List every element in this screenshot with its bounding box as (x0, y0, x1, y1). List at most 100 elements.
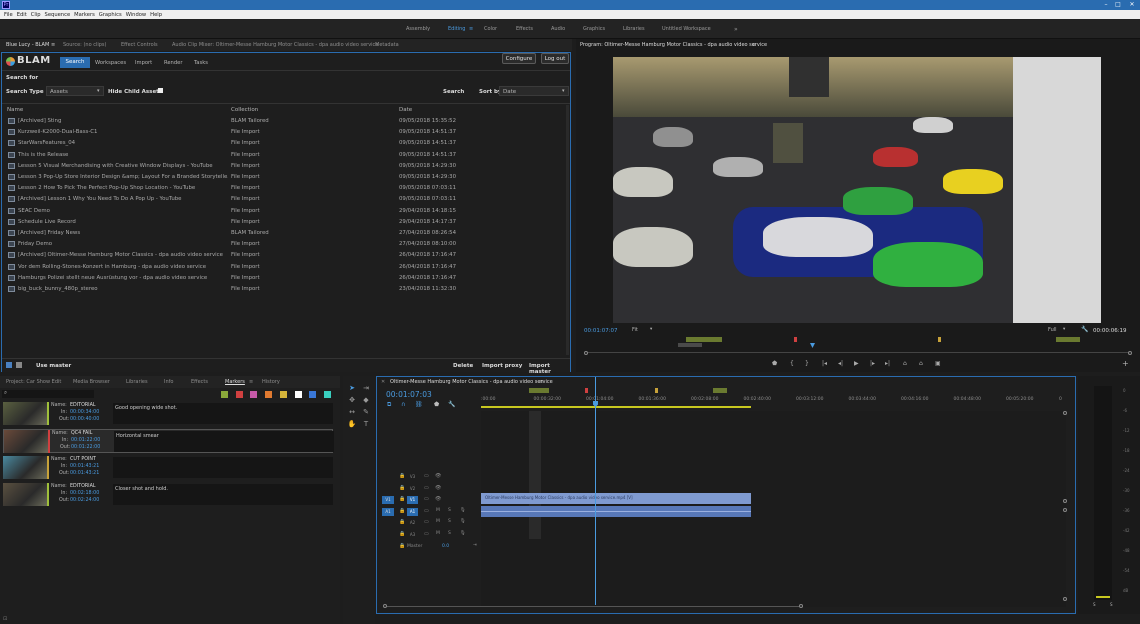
scroll-handle-right[interactable] (1128, 351, 1132, 355)
mute-icon[interactable]: M (436, 531, 440, 536)
panel-menu-icon[interactable]: ≡ (51, 42, 55, 48)
use-master-label[interactable]: Use master (36, 363, 71, 369)
marker-out[interactable]: 00:02:24:00 (70, 498, 99, 503)
scroll-handle[interactable] (1063, 499, 1067, 503)
track-target[interactable]: V1 (407, 496, 418, 504)
marker-color-filter[interactable] (221, 391, 228, 398)
search-input[interactable] (42, 73, 568, 83)
eye-icon[interactable]: 👁 (435, 473, 441, 479)
marker-item[interactable]: Name: EDITORIAL In: 00:02:18:00 Out: 00:02:24… (3, 483, 333, 507)
workspace-menu-icon[interactable]: ≡ (469, 26, 473, 32)
marker-comment[interactable]: Horizontal smear (114, 431, 334, 452)
marker-name[interactable]: QC4 FAIL (71, 431, 92, 436)
asset-row[interactable]: Lesson 2 How To Pick The Perfect Pop-Up … (7, 183, 567, 194)
asset-row[interactable]: [Archived] Lesson 1 Why You Need To Do A… (7, 194, 567, 205)
asset-row[interactable]: Kurzweil-K2000-Dual-Bass-C1 File Import 09… (7, 127, 567, 138)
marker-item[interactable]: Name: EDITORIAL In: 00:00:34:00 Out: 00:00:40… (3, 402, 333, 426)
sync-lock-icon[interactable]: ▭ (424, 485, 429, 491)
hide-child-checkbox[interactable] (158, 88, 163, 93)
eye-icon[interactable]: 👁 (435, 485, 441, 491)
step-forward-icon[interactable]: |▸ (870, 360, 875, 367)
scroll-handle-right[interactable] (799, 604, 803, 608)
asset-row[interactable]: [Archived] Friday News BLAM Tailored 27/04… (7, 228, 567, 239)
blam-tab-import[interactable]: Import (135, 60, 152, 66)
marker-comment[interactable]: Closer shot and hold. (113, 484, 333, 505)
mute-icon[interactable]: M (436, 508, 440, 513)
logout-button[interactable]: Log out (541, 53, 569, 64)
track-header[interactable]: 🔒 V3 ▭ 👁 (377, 472, 481, 483)
marker-in[interactable]: 00:01:43:21 (70, 464, 99, 469)
timeline-vertical-scrollbar[interactable] (1063, 411, 1069, 611)
wrench-icon[interactable]: 🔧 (448, 401, 455, 408)
marker-color-filter[interactable] (323, 391, 331, 398)
audio-clip[interactable] (481, 506, 751, 517)
close-icon[interactable]: ✕ (381, 379, 385, 385)
scroll-handle[interactable] (1063, 411, 1067, 415)
marker-item[interactable]: Name: QC4 FAIL In: 00:01:22:00 Out: 00:01:22:… (3, 429, 334, 453)
sync-lock-icon[interactable]: ▭ (424, 531, 429, 537)
marker-in[interactable]: 00:01:22:00 (71, 438, 100, 443)
lock-icon[interactable]: 🔒 (399, 519, 405, 525)
marker-name[interactable]: EDITORIAL (70, 484, 96, 489)
marker-comment[interactable]: Good opening wide shot. (113, 403, 333, 424)
marker-color-filter[interactable] (250, 391, 258, 398)
solo-icon[interactable]: S (448, 508, 451, 513)
blam-tab-tasks[interactable]: Tasks (194, 60, 208, 66)
delete-button[interactable]: Delete (453, 363, 473, 369)
import-proxy-button[interactable]: Import proxy (482, 363, 522, 369)
resolution-select[interactable]: Full ▾ (1046, 326, 1070, 334)
marker-name[interactable]: EDITORIAL (70, 403, 96, 408)
add-button-icon[interactable]: + (1122, 359, 1129, 368)
col-collection-header[interactable]: Collection (231, 107, 258, 113)
menu-edit[interactable]: Edit (17, 12, 27, 18)
asset-row[interactable]: Schedule Live Record File Import 29/04/201… (7, 217, 567, 228)
mic-icon[interactable]: 🎙 (460, 508, 466, 513)
panel-menu-icon[interactable]: ≡ (752, 42, 756, 48)
track-target[interactable]: V2 (407, 485, 418, 493)
program-video-frame[interactable] (613, 57, 1101, 323)
slip-tool-icon[interactable]: ↔ (347, 407, 357, 417)
tab-metadata[interactable]: Metadata (375, 42, 399, 48)
master-value[interactable]: 0.0 (442, 544, 449, 549)
marker-color-filter[interactable] (279, 391, 287, 398)
lock-icon[interactable]: 🔒 (399, 543, 405, 549)
marker-color-filter[interactable] (294, 391, 302, 398)
extract-icon[interactable]: ⌂ (919, 360, 923, 367)
workspace-color[interactable]: Color (484, 26, 497, 32)
asset-row[interactable]: This is the Release File Import 09/05/2018… (7, 150, 567, 161)
marker-item[interactable]: Name: CUT POINT In: 00:01:43:21 Out: 00:01:43… (3, 456, 333, 480)
go-to-out-icon[interactable]: ▸| (885, 360, 890, 367)
hand-tool-icon[interactable]: ✋ (347, 419, 357, 429)
source-patch[interactable]: V1 (382, 496, 394, 504)
solo-left[interactable]: S (1093, 602, 1096, 607)
menu-help[interactable]: Help (150, 12, 162, 18)
tab-source[interactable]: Source: (no clips) (63, 42, 106, 48)
panel-menu-icon[interactable]: ≡ (249, 379, 253, 385)
mic-icon[interactable]: 🎙 (460, 519, 466, 524)
selection-tool-icon[interactable]: ➤ (347, 383, 357, 393)
chevron-right-icon[interactable]: » (734, 26, 738, 33)
timeline-horizontal-scrollbar[interactable] (383, 604, 803, 608)
asset-row[interactable]: Friday Demo File Import 27/04/2018 08:10:0… (7, 239, 567, 250)
workspace-audio[interactable]: Audio (551, 26, 565, 32)
asset-row[interactable]: Vor dem Rolling-Stones-Konzert in Hambur… (7, 262, 567, 273)
track-header[interactable]: 🔒 A3 ▭ M S 🎙 (377, 530, 481, 541)
mark-in-icon[interactable]: { (790, 360, 794, 367)
configure-button[interactable]: Configure (502, 53, 536, 64)
sync-lock-icon[interactable]: ▭ (424, 519, 429, 525)
marker-color-filter[interactable] (309, 391, 317, 398)
grid-view-icon[interactable] (6, 362, 12, 368)
marker-out[interactable]: 00:01:43:21 (70, 471, 99, 476)
snap-icon[interactable]: ∩ (401, 401, 405, 408)
marker-comment[interactable] (113, 457, 333, 478)
minimize-icon[interactable]: – (1100, 0, 1112, 10)
asset-row[interactable]: Lesson 3 Pop-Up Store Interior Design &a… (7, 172, 567, 183)
track-header[interactable]: V1 🔒 V1 ▭ 👁 (377, 495, 481, 506)
program-scrollbar[interactable] (584, 351, 1132, 355)
mark-out-icon[interactable]: } (805, 360, 809, 367)
timeline-ruler[interactable]: :00:00 00:00:32:00 00:01:04:00 00:01:36:00 0… (481, 377, 1066, 411)
asset-row[interactable]: Lesson 5 Visual Merchandising with Creat… (7, 161, 567, 172)
timeline-timecode[interactable]: 00:01:07:03 (386, 390, 432, 399)
program-ruler[interactable] (584, 337, 1132, 348)
wrench-icon[interactable]: 🔧 (1081, 326, 1088, 333)
